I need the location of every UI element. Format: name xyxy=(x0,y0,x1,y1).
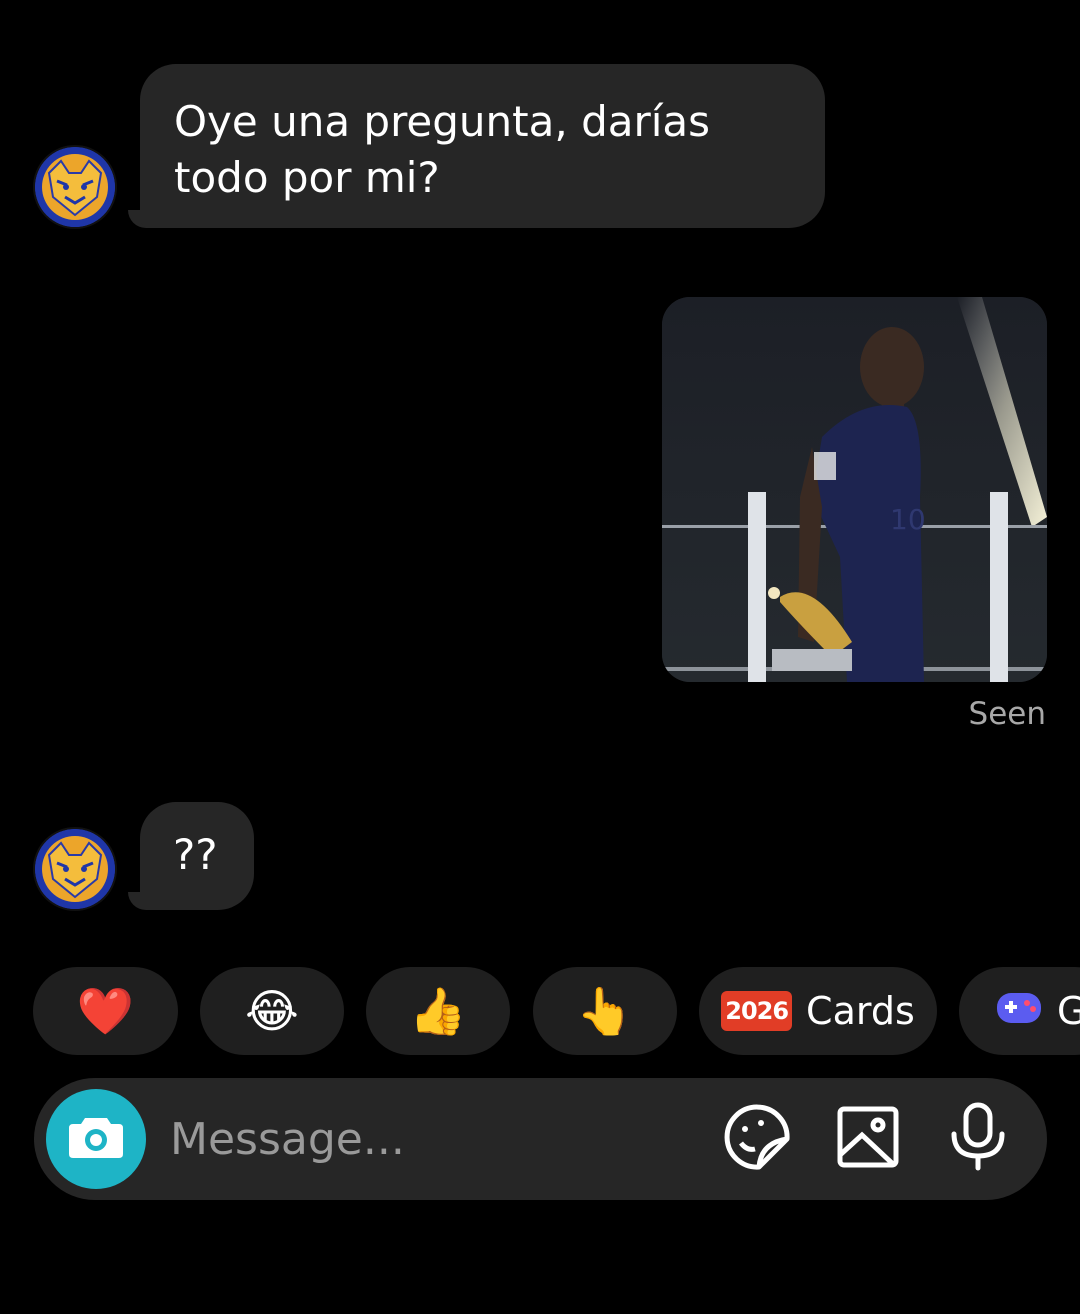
games-label: G xyxy=(1057,989,1080,1033)
contact-avatar[interactable] xyxy=(35,829,115,909)
gallery-button[interactable] xyxy=(831,1102,905,1176)
svg-text:10: 10 xyxy=(890,503,926,536)
cards-label: Cards xyxy=(806,989,915,1033)
microphone-icon xyxy=(948,1102,1008,1176)
incoming-message-bubble[interactable]: ?? xyxy=(140,802,254,910)
cards-button[interactable]: 2026 Cards xyxy=(699,967,937,1055)
cards-2026-icon: 2026 xyxy=(721,991,793,1031)
message-input[interactable] xyxy=(170,1108,670,1170)
incoming-message-bubble[interactable]: Oye una pregunta, darías todo por mi? xyxy=(140,64,825,228)
laughing-emoji-icon: 😂 xyxy=(245,984,299,1038)
seen-status: Seen xyxy=(968,696,1046,732)
message-text: Oye una pregunta, darías todo por mi? xyxy=(174,97,711,202)
message-composer xyxy=(34,1078,1047,1200)
camera-icon xyxy=(67,1114,125,1164)
pointing-hand-emoji-icon: 👆 xyxy=(576,984,634,1038)
quick-reply-thumbs-up[interactable]: 👍 xyxy=(366,967,510,1055)
image-icon xyxy=(836,1105,900,1173)
thumbs-up-emoji-icon: 👍 xyxy=(409,984,467,1038)
game-controller-icon xyxy=(995,987,1043,1036)
quick-reply-laughing[interactable]: 😂 xyxy=(200,967,344,1055)
contact-avatar[interactable] xyxy=(35,147,115,227)
heart-emoji-icon: ❤️ xyxy=(76,984,135,1038)
sent-photo-message[interactable]: 10 xyxy=(662,297,1047,682)
sticker-icon xyxy=(723,1103,791,1175)
quick-reply-pointing-hand[interactable]: 👆 xyxy=(533,967,677,1055)
sticker-button[interactable] xyxy=(720,1102,794,1176)
camera-button[interactable] xyxy=(46,1089,146,1189)
games-button[interactable]: G xyxy=(959,967,1080,1055)
message-text: ?? xyxy=(173,830,218,879)
quick-reply-heart[interactable]: ❤️ xyxy=(33,967,178,1055)
voice-message-button[interactable] xyxy=(941,1102,1015,1176)
